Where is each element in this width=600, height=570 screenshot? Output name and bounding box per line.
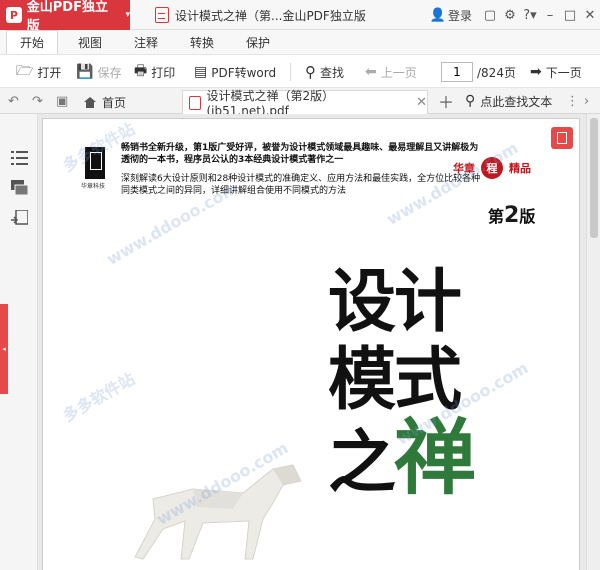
user-icon: 👤 — [429, 7, 446, 23]
cover-tagline: 畅销书全新升级，第1版广受好评，被誉为设计模式领域最具趣味、最易理解且又讲解极为… — [121, 143, 479, 165]
tab-start[interactable]: 开始 — [6, 30, 58, 54]
comments-icon[interactable] — [11, 180, 28, 196]
tab-annotate[interactable]: 注释 — [122, 30, 170, 54]
pdf-logo-icon: P — [6, 7, 22, 23]
save-icon: 💾 — [76, 64, 94, 80]
arrow-left-icon: ⬅ — [365, 64, 377, 80]
chevron-down-icon: ▾ — [125, 10, 130, 20]
help-icon[interactable]: ?▾ — [520, 0, 540, 30]
convert-word-icon: ▤ — [194, 64, 208, 80]
search-icon: ⚲ — [465, 93, 476, 109]
maximize-icon[interactable]: □ — [560, 0, 580, 30]
undo-icon[interactable]: ↶ — [8, 88, 19, 114]
outline-icon[interactable] — [11, 150, 28, 166]
page-number-input[interactable] — [441, 62, 473, 82]
print-label: 打印 — [151, 65, 176, 80]
publisher-name: 华章科技 — [81, 183, 106, 190]
login-button[interactable]: 👤 登录 — [430, 7, 472, 24]
menu-bar: 开始 视图 注释 转换 保护 — [0, 30, 600, 54]
save-button[interactable]: 💾 保存 — [76, 55, 121, 89]
skin-icon[interactable]: ▢ — [480, 0, 500, 30]
convert-icon[interactable] — [11, 210, 28, 226]
minimize-icon[interactable]: – — [540, 0, 560, 30]
next-page-label: 下一页 — [545, 65, 582, 80]
window-title: 设计模式之禅（第...金山PDF独立版 — [155, 0, 366, 30]
pdf-file-icon — [189, 95, 201, 110]
more-icon[interactable]: ⋮ — [566, 88, 579, 114]
edition-number: 2 — [504, 203, 520, 228]
prev-page-button[interactable]: ⬅ 上一页 — [365, 55, 417, 89]
find-text-placeholder: 点此查找文本 — [480, 94, 553, 109]
find-label: 查找 — [320, 65, 345, 80]
home-icon — [84, 96, 96, 108]
cover-title-row1: 设计 — [328, 263, 462, 342]
login-label: 登录 — [447, 8, 472, 23]
convert-float-icon[interactable] — [551, 127, 573, 149]
app-menu-button[interactable]: P 金山PDF独立版 ▾ — [0, 0, 130, 34]
sidebar-collapse-handle[interactable]: ◂ — [0, 304, 8, 394]
pdf-to-word-button[interactable]: ▤ PDF转word — [194, 55, 276, 89]
close-icon[interactable]: ✕ — [580, 0, 600, 30]
pdf-to-word-label: PDF转word — [211, 65, 277, 80]
arrow-right-icon: ➡ — [530, 64, 542, 80]
tab-convert[interactable]: 转换 — [178, 30, 226, 54]
find-button[interactable]: ⚲ 查找 — [305, 55, 344, 89]
app-name: 金山PDF独立版 — [26, 0, 108, 34]
scrollbar-thumb[interactable] — [590, 118, 598, 238]
folder-icon: 🗁 — [16, 63, 34, 79]
window-title-text: 设计模式之禅（第...金山PDF独立版 — [175, 8, 366, 23]
document-view[interactable]: 华章科技 畅销书全新升级，第1版广受好评，被誉为设计模式领域最具趣味、最易理解且… — [38, 114, 586, 570]
tab-protect[interactable]: 保护 — [234, 30, 282, 54]
tab-view[interactable]: 视图 — [66, 30, 114, 54]
print-button[interactable]: 🖶 打印 — [134, 55, 175, 89]
redo-icon[interactable]: ↷ — [32, 88, 43, 114]
edition-suffix: 版 — [519, 207, 536, 226]
open-button[interactable]: 🗁 打开 — [16, 55, 61, 89]
close-tab-icon[interactable]: ✕ — [416, 95, 427, 110]
save-label: 保存 — [97, 65, 122, 80]
next-page-button[interactable]: ➡ 下一页 — [530, 55, 582, 89]
vertical-scrollbar[interactable] — [586, 114, 600, 570]
open-label: 打开 — [37, 65, 62, 80]
pdf-page: 华章科技 畅销书全新升级，第1版广受好评，被誉为设计模式领域最具趣味、最易理解且… — [42, 118, 580, 570]
cover-title-row3: 之 — [328, 424, 396, 503]
tab-home[interactable]: 首页 — [78, 90, 178, 114]
gear-icon[interactable]: ⚙ — [500, 0, 520, 30]
prev-page-label: 上一页 — [380, 65, 417, 80]
save-small-icon[interactable]: ▣ — [56, 88, 68, 114]
page-total: /824页 — [477, 65, 516, 80]
edition-prefix: 第 — [488, 207, 505, 226]
printer-icon: 🖶 — [134, 63, 148, 79]
document-tab-bar: ↶ ↷ ▣ 首页 设计模式之禅（第2版）(jb51.net).pdf ✕ ＋ ⚲… — [0, 88, 600, 118]
pdf-document-icon — [155, 7, 169, 23]
toolbar-divider — [290, 63, 291, 81]
new-tab-icon[interactable]: ＋ — [438, 88, 454, 114]
toolbar: 🗁 打开 💾 保存 🖶 打印 ▤ PDF转word ⚲ 查找 ⬅ 上一页 /82… — [0, 54, 600, 88]
tab-document[interactable]: 设计模式之禅（第2版）(jb51.net).pdf ✕ — [182, 89, 428, 118]
left-sidebar: ◂ — [0, 114, 38, 570]
series-right: 精品 — [509, 162, 531, 175]
edition-label: 第2版 — [488, 203, 535, 228]
tab-home-label: 首页 — [102, 95, 127, 110]
title-bar: P 金山PDF独立版 ▾ 设计模式之禅（第...金山PDF独立版 👤 登录 ▢ … — [0, 0, 600, 34]
search-icon: ⚲ — [305, 63, 316, 81]
chevron-right-icon[interactable]: › — [584, 88, 589, 114]
find-text-box[interactable]: ⚲ 点此查找文本 — [465, 88, 552, 114]
